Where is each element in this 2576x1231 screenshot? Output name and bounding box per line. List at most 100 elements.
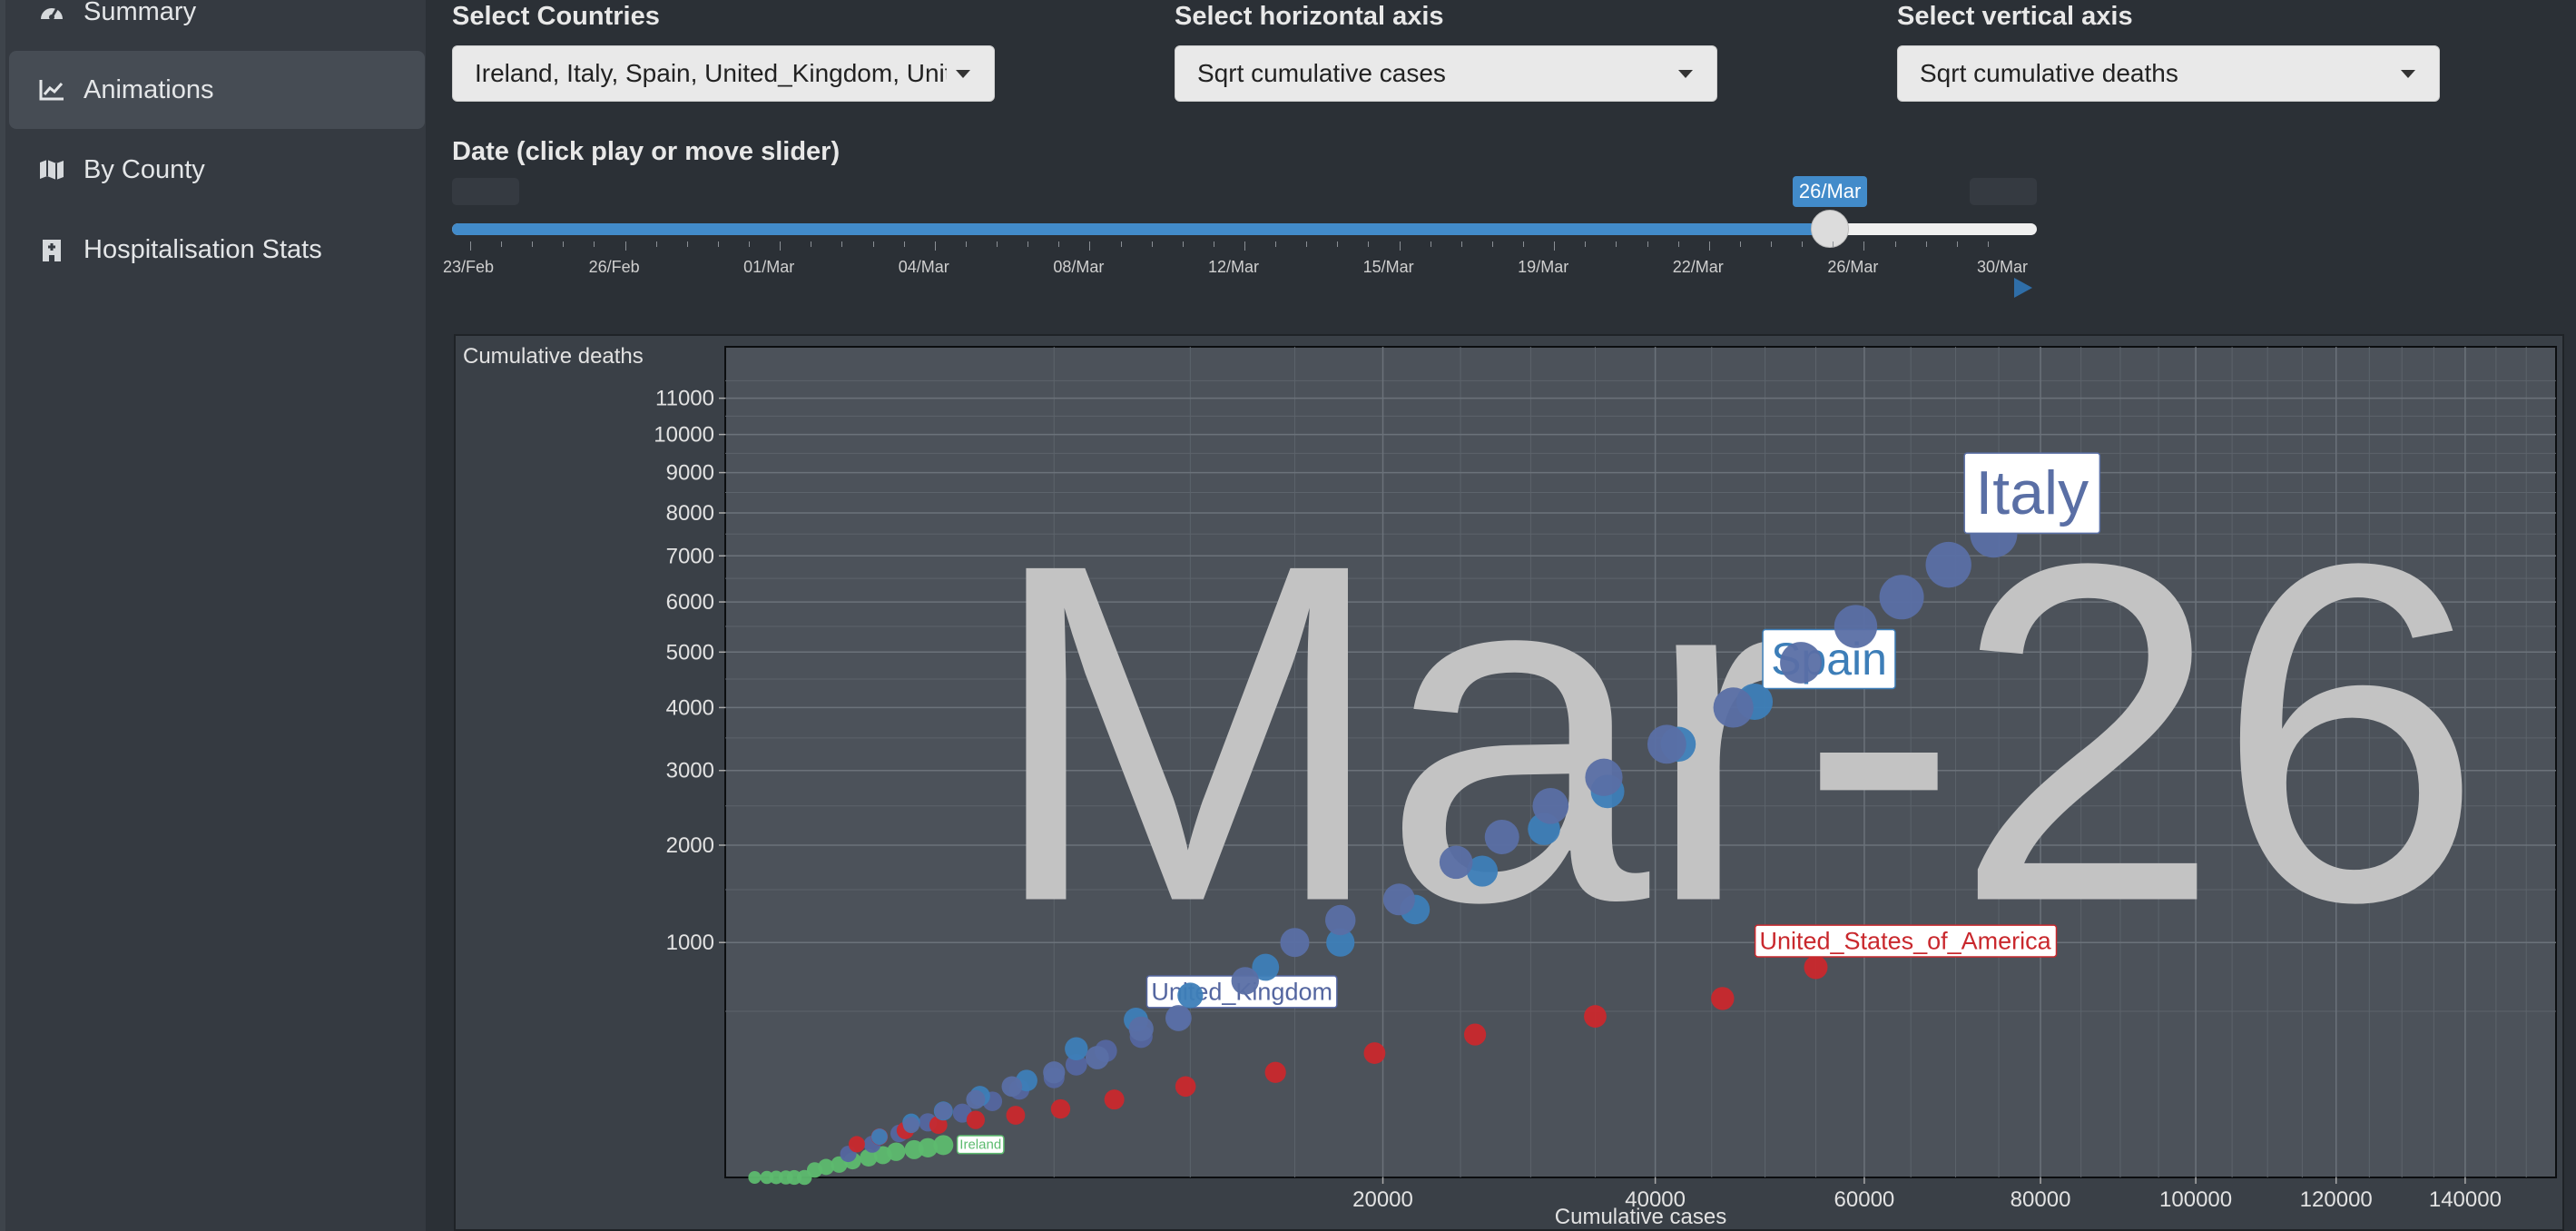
- x-tick-label: 140000: [2429, 1187, 2502, 1212]
- date-tick-label: 26/Feb: [588, 258, 640, 276]
- date-tick-mark: [686, 241, 688, 247]
- date-tick-mark: [1647, 241, 1648, 247]
- y-tick-label: 11000: [655, 387, 714, 411]
- data-point-italy: [1165, 1005, 1192, 1031]
- data-point-united_states_of_america: [1804, 955, 1828, 980]
- animated-scatter-chart: 20000 40000 60000 80000 100000 120000 140000 10…: [454, 334, 2564, 1231]
- y-tick-label: 8000: [666, 501, 714, 526]
- x-tick-label: 60000: [1834, 1187, 1895, 1212]
- date-tick-mark: [1956, 241, 1958, 247]
- countries-select[interactable]: Ireland, Italy, Spain, United_Kingdom, U…: [452, 45, 995, 102]
- data-point-italy: [1043, 1061, 1066, 1084]
- data-point-italy: [1647, 724, 1686, 764]
- date-tick-label: 15/Mar: [1362, 258, 1414, 276]
- date-tick-mark: [470, 241, 471, 251]
- y-tick-label: 3000: [666, 759, 714, 783]
- x-tick-label: 20000: [1352, 1187, 1413, 1212]
- chevron-down-icon: [1678, 69, 1693, 78]
- date-slider-handle[interactable]: [1810, 210, 1849, 248]
- date-tick-mark: [1523, 241, 1525, 247]
- hospital-icon: [38, 236, 65, 263]
- date-watermark: Mar-26: [987, 464, 2478, 1001]
- data-point-italy: [1780, 642, 1822, 684]
- date-tick-mark: [872, 241, 874, 247]
- x-tick-label: 120000: [2300, 1187, 2373, 1212]
- slider-min-label: [452, 178, 519, 205]
- data-point-italy: [934, 1102, 953, 1120]
- date-slider-value: 26/Mar: [1792, 176, 1868, 207]
- sidebar-item-by-county[interactable]: By County: [9, 131, 425, 209]
- date-tick-label: 01/Mar: [743, 258, 795, 276]
- date-tick-mark: [841, 241, 843, 247]
- data-point-italy: [966, 1089, 986, 1109]
- date-tick-mark: [749, 241, 751, 247]
- date-tick-mark: [1833, 241, 1834, 247]
- data-point-italy: [1484, 819, 1519, 854]
- date-tick-mark: [1244, 241, 1245, 251]
- y-tick-label: 10000: [654, 423, 714, 448]
- data-point-united_states_of_america: [848, 1136, 865, 1153]
- date-tick-mark: [717, 241, 719, 247]
- date-tick-mark: [1058, 241, 1060, 247]
- countries-label: Select Countries: [452, 2, 660, 31]
- date-tick-label: 22/Mar: [1672, 258, 1724, 276]
- data-point-italy: [1925, 541, 1971, 588]
- y-tick-label: 2000: [666, 833, 714, 858]
- play-icon[interactable]: [2014, 278, 2032, 298]
- data-point-italy: [1382, 883, 1415, 916]
- y-tick-label: 9000: [666, 461, 714, 486]
- x-tick-label: 100000: [2159, 1187, 2232, 1212]
- date-tick-mark: [934, 241, 936, 251]
- data-point-spain: [1065, 1037, 1088, 1060]
- data-point-italy: [1439, 845, 1473, 880]
- date-tick-mark: [1802, 241, 1804, 247]
- y-axis-title: Cumulative deaths: [463, 344, 644, 369]
- data-point-italy: [1713, 687, 1754, 728]
- date-tick-mark: [1925, 241, 1927, 247]
- date-tick-mark: [1368, 241, 1370, 247]
- data-point-united_states_of_america: [1463, 1023, 1487, 1046]
- data-point-united_states_of_america: [1050, 1098, 1071, 1119]
- date-tick-mark: [532, 241, 534, 247]
- date-tick-mark: [1987, 241, 1989, 247]
- sidebar-item-summary[interactable]: Summary: [9, 0, 425, 51]
- date-tick-label: 30/Mar: [1976, 258, 2029, 276]
- chevron-down-icon: [2401, 69, 2415, 78]
- date-tick-label: 19/Mar: [1518, 258, 1569, 276]
- data-point-italy: [902, 1117, 919, 1134]
- sidebar-item-label: Animations: [84, 74, 214, 104]
- date-slider-fill: [452, 223, 1830, 235]
- scatter-plot: 20000 40000 60000 80000 100000 120000 14000010…: [463, 344, 2557, 1229]
- data-point-italy: [1280, 928, 1310, 958]
- vertical-axis-label: Select vertical axis: [1897, 2, 2133, 31]
- date-tick-mark: [780, 241, 782, 251]
- sidebar-item-label: By County: [84, 154, 205, 184]
- date-tick-mark: [594, 241, 595, 247]
- sidebar-item-hospitalisation-stats[interactable]: Hospitalisation Stats: [9, 211, 425, 289]
- data-point-spain: [870, 1128, 888, 1146]
- y-tick-label: 4000: [666, 695, 714, 720]
- x-tick-label: 80000: [2011, 1187, 2071, 1212]
- date-tick-mark: [1182, 241, 1184, 247]
- data-point-united_states_of_america: [1711, 987, 1735, 1010]
- horizontal-axis-select[interactable]: Sqrt cumulative cases: [1175, 45, 1717, 102]
- date-tick-mark: [655, 241, 657, 247]
- date-tick-mark: [1337, 241, 1339, 247]
- data-point-italy: [1834, 605, 1878, 648]
- date-tick-mark: [1491, 241, 1493, 247]
- data-point-italy: [1001, 1076, 1023, 1098]
- vertical-axis-select-value: Sqrt cumulative deaths: [1920, 59, 2178, 87]
- series-label-ireland: Ireland: [959, 1137, 1001, 1152]
- data-point-united_states_of_america: [1363, 1042, 1386, 1064]
- date-tick-mark: [1739, 241, 1741, 247]
- sidebar-item-label: Hospitalisation Stats: [84, 234, 322, 264]
- date-tick-mark: [1554, 241, 1556, 251]
- sidebar-item-animations[interactable]: Animations: [9, 51, 425, 129]
- data-point-ireland: [933, 1135, 954, 1156]
- vertical-axis-select[interactable]: Sqrt cumulative deaths: [1897, 45, 2440, 102]
- date-tick-mark: [1460, 241, 1462, 247]
- map-icon: [38, 156, 65, 183]
- data-point-italy: [1585, 758, 1623, 796]
- y-tick-label: 7000: [666, 544, 714, 568]
- dashboard-icon: [38, 0, 65, 25]
